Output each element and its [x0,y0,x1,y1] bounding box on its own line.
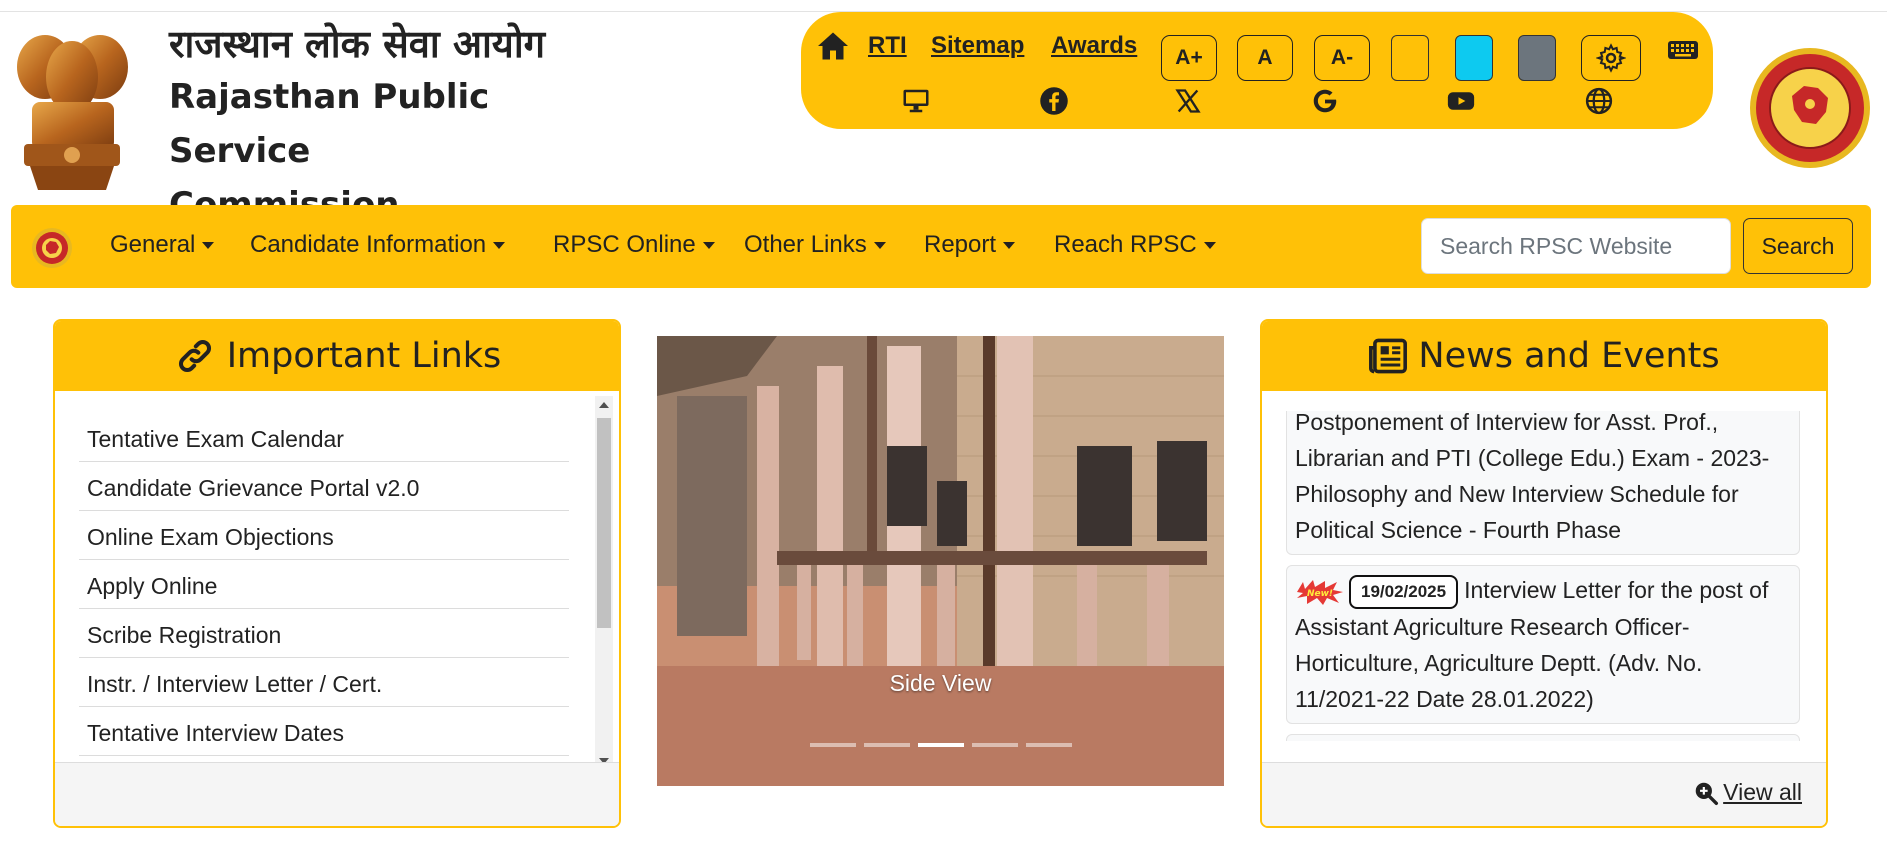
carousel-indicator[interactable] [864,743,910,747]
title-english-line1: Rajasthan Public Service [169,77,490,171]
view-all-link[interactable]: View all [1693,779,1802,806]
facebook-icon [1040,87,1068,115]
carousel-indicator[interactable] [810,743,856,747]
rpsc-seal-logo [1750,48,1870,168]
carousel-indicators [810,743,1072,747]
keyboard-button[interactable] [1667,36,1699,64]
scroll-thumb[interactable] [597,418,611,628]
main-navbar: General Candidate Information RPSC Onlin… [11,205,1871,288]
rti-link[interactable]: RTI [868,32,907,60]
nav-general-label: General [110,231,196,258]
list-item[interactable]: Online Exam Objections [79,511,569,560]
chevron-down-icon [702,241,715,249]
link-icon [178,339,211,373]
site-title: राजस्थान लोक सेवा आयोग Rajasthan Public … [169,18,609,232]
list-item[interactable]: Tentative Interview Dates [79,707,569,756]
important-links-header: Important Links [55,321,619,391]
nav-rpsc-online-label: RPSC Online [553,231,696,258]
title-hindi: राजस्थान लोक सेवा आयोग [169,22,546,66]
important-links-footer [55,762,619,826]
screen-reader-link[interactable] [901,86,931,116]
news-date-badge: 19/02/2025 [1349,574,1459,609]
font-decrease-button[interactable]: A- [1314,35,1370,81]
search-button[interactable]: Search [1743,218,1853,274]
gear-icon [1596,43,1626,73]
home-button[interactable] [815,28,851,64]
globe-icon [1585,87,1613,115]
news-item[interactable]: Postponement of Interview for Asst. Prof… [1286,411,1800,555]
font-normal-button[interactable]: A [1237,35,1293,81]
nav-general[interactable]: General [110,231,215,259]
google-link[interactable] [1310,86,1340,116]
google-icon [1313,89,1337,113]
nav-reach-rpsc-label: Reach RPSC [1054,231,1197,258]
chevron-down-icon [1203,241,1216,249]
image-carousel[interactable]: Side View [657,336,1224,786]
nav-rpsc-logo[interactable] [31,227,73,269]
keyboard-icon [1668,41,1698,59]
accessibility-toolbar: RTI Sitemap Awards A+ A A- [801,12,1713,129]
news-events-footer: View all [1262,762,1826,826]
theme-yellow-swatch[interactable] [1391,35,1429,81]
list-item[interactable]: Instr. / Interview Letter / Cert. [79,658,569,707]
font-increase-button[interactable]: A+ [1161,35,1217,81]
search-input[interactable] [1421,218,1731,274]
news-list: Postponement of Interview for Asst. Prof… [1286,411,1800,741]
chevron-down-icon [873,241,886,249]
x-twitter-link[interactable] [1174,86,1202,116]
news-events-title: News and Events [1418,336,1720,376]
browser-top-line [0,0,1887,12]
youtube-icon [1447,92,1475,110]
nav-other-links-label: Other Links [744,231,867,258]
theme-cyan-swatch[interactable] [1455,35,1493,81]
awards-link[interactable]: Awards [1051,32,1137,60]
nav-report[interactable]: Report [924,231,1016,259]
new-badge-icon: New! [1297,579,1343,605]
settings-button[interactable] [1581,35,1641,81]
nav-other-links[interactable]: Other Links [744,231,886,259]
important-links-list: Tentative Exam Calendar Candidate Grieva… [79,413,569,756]
monitor-icon [903,89,929,113]
list-item[interactable]: Scribe Registration [79,609,569,658]
chevron-down-icon [493,241,506,249]
search-plus-icon [1695,782,1719,805]
news-item[interactable] [1286,733,1800,741]
important-links-title: Important Links [226,336,502,376]
theme-gray-swatch[interactable] [1518,35,1556,81]
list-item[interactable]: Tentative Exam Calendar [79,413,569,462]
carousel-indicator[interactable] [1026,743,1072,747]
carousel-indicator-active[interactable] [918,743,964,747]
list-item[interactable]: Apply Online [79,560,569,609]
scroll-up-arrow-icon[interactable] [599,402,609,408]
news-events-header: News and Events [1262,321,1826,391]
svg-text:New!: New! [1307,589,1333,599]
important-links-card: Important Links Tentative Exam Calendar … [53,319,621,828]
newspaper-icon [1369,338,1408,374]
carousel-indicator[interactable] [972,743,1018,747]
news-item[interactable]: New! 19/02/2025 Interview Letter for the … [1286,565,1800,724]
news-text: Postponement of Interview for Asst. Prof… [1295,411,1770,543]
nav-report-label: Report [924,231,997,258]
links-scrollbar[interactable] [595,396,613,770]
nav-candidate-information-label: Candidate Information [250,231,487,258]
carousel-caption: Side View [889,670,992,696]
x-icon [1175,89,1201,113]
view-all-label: View all [1723,779,1802,805]
carousel-slide-image [657,336,1224,786]
ashoka-emblem-logo [17,35,128,190]
list-item[interactable]: Candidate Grievance Portal v2.0 [79,462,569,511]
nav-rpsc-online[interactable]: RPSC Online [553,231,715,259]
chevron-down-icon [202,241,215,249]
facebook-link[interactable] [1039,86,1069,116]
nav-candidate-information[interactable]: Candidate Information [250,231,506,259]
chevron-down-icon [1003,241,1016,249]
youtube-link[interactable] [1446,86,1476,116]
news-events-card: News and Events Postponement of Intervie… [1260,319,1828,828]
nav-reach-rpsc[interactable]: Reach RPSC [1054,231,1216,259]
sitemap-link[interactable]: Sitemap [931,32,1024,60]
home-icon [818,32,848,60]
language-link[interactable] [1584,86,1614,116]
